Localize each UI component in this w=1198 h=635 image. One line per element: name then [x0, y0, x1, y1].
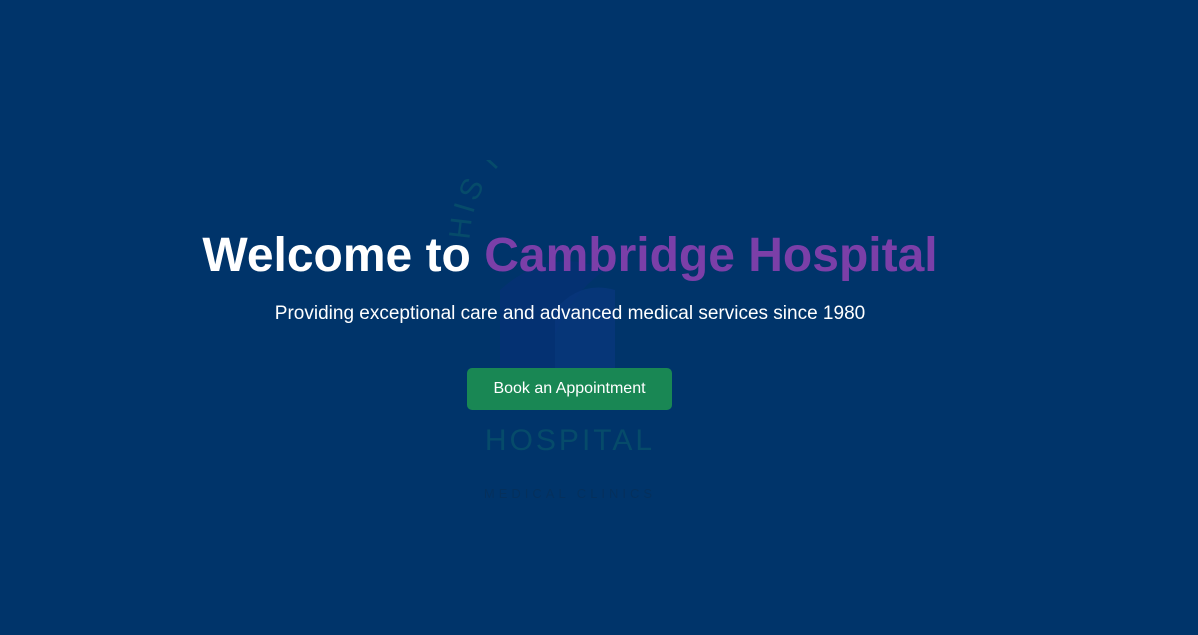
hero-title-hospital-name: Cambridge Hospital	[484, 229, 938, 282]
hero-title-prefix: Welcome to	[202, 229, 471, 282]
hero-section: HIS IS THE EN HOSPITAL MEDICAL CLINICS W…	[0, 0, 1198, 635]
hero-subtitle: Providing exceptional care and advanced …	[274, 303, 866, 324]
book-appointment-button[interactable]: Book an Appointment	[467, 368, 672, 410]
hero-content: Welcome to Cambridge Hospital Providing …	[0, 0, 1198, 635]
hero-title: Welcome to Cambridge Hospital	[0, 226, 1140, 286]
